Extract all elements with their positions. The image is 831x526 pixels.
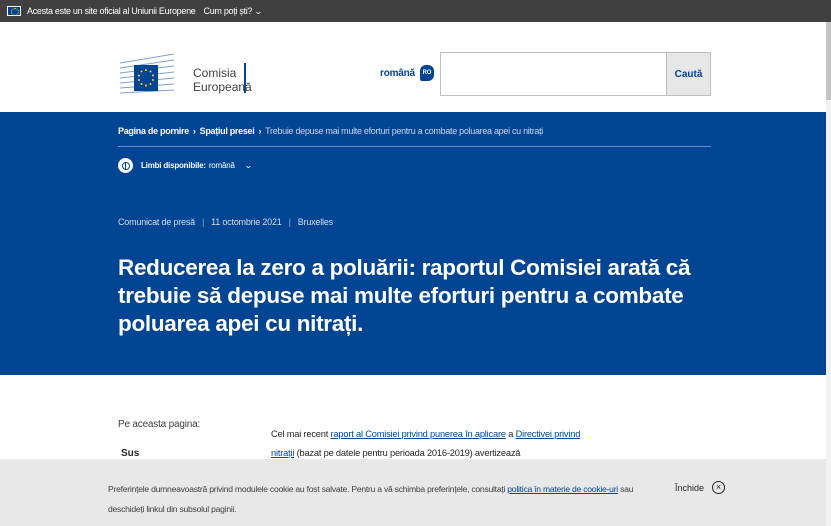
hero-divider bbox=[118, 146, 711, 147]
meta-type: Comunicat de presă bbox=[118, 217, 195, 227]
page-hero: Pagina de pornire › Spațiul presei › Tre… bbox=[0, 112, 831, 375]
how-do-you-know-link[interactable]: Cum poți ști? ⌄ bbox=[203, 6, 263, 16]
page-title: Reducerea la zero a poluării: raportul C… bbox=[118, 255, 691, 336]
eu-flag-icon bbox=[7, 6, 21, 16]
cookie-close-button[interactable]: Închide × bbox=[675, 481, 726, 494]
breadcrumb-home-link[interactable]: Pagina de pornire bbox=[118, 126, 189, 136]
meta-separator: | bbox=[201, 217, 205, 227]
breadcrumb-separator-icon: › bbox=[258, 126, 262, 136]
site-header: Comisia Europeană română RO Caută bbox=[0, 22, 831, 112]
chevron-down-icon: ⌄ bbox=[254, 7, 263, 16]
press-meta: Comunicat de presă | 11 octombrie 2021 |… bbox=[118, 217, 333, 227]
breadcrumb-current: Trebuie depuse mai multe eforturi pentru… bbox=[265, 126, 543, 136]
article-mid: a bbox=[505, 429, 516, 439]
implementation-report-link[interactable]: raport al Comisiei privind punerea în ap… bbox=[331, 429, 506, 439]
commission-logo[interactable]: Comisia Europeană bbox=[118, 49, 252, 95]
meta-separator: | bbox=[288, 217, 291, 227]
logo-line2: Europeană bbox=[193, 80, 252, 94]
article-rest: (bazat pe datele pentru perioada 2016-20… bbox=[294, 448, 521, 458]
language-label: română bbox=[380, 67, 415, 79]
eu-official-bar: Acesta este un site oficial al Uniunii E… bbox=[0, 0, 831, 22]
chevron-down-icon: ⌄ bbox=[243, 161, 253, 170]
globe-icon bbox=[118, 158, 133, 173]
language-code-badge: RO bbox=[419, 65, 434, 81]
logo-text: Comisia Europeană bbox=[193, 66, 252, 94]
breadcrumb-separator-icon: › bbox=[192, 126, 196, 136]
cookie-message: Preferințele dumneavoastră privind modul… bbox=[108, 479, 648, 519]
available-languages-value: română bbox=[208, 161, 235, 170]
cookie-text-before: Preferințele dumneavoastră privind modul… bbox=[108, 484, 508, 494]
commission-building-icon bbox=[118, 49, 176, 95]
on-page-nav-label: Pe aceasta pagina: bbox=[118, 419, 201, 430]
breadcrumb-press-link[interactable]: Spațiul presei bbox=[200, 126, 255, 136]
cookie-banner: Preferințele dumneavoastră privind modul… bbox=[0, 459, 831, 526]
logo-divider bbox=[244, 63, 246, 93]
meta-location: Bruxelles bbox=[297, 217, 333, 227]
article-paragraph: Cel mai recent raport al Comisiei privin… bbox=[271, 425, 591, 463]
cookie-close-label: Închide bbox=[675, 482, 705, 493]
available-languages-toggle[interactable]: Limbi disponibile: română ⌄ bbox=[118, 158, 253, 173]
breadcrumb: Pagina de pornire › Spațiul presei › Tre… bbox=[118, 126, 543, 136]
close-icon: × bbox=[712, 481, 726, 494]
on-page-nav-top-link[interactable]: Sus bbox=[121, 448, 139, 459]
page-scrollbar[interactable] bbox=[826, 22, 831, 526]
eu-official-text: Acesta este un site oficial al Uniunii E… bbox=[27, 6, 196, 16]
how-do-you-know-label: Cum poți ști? bbox=[203, 6, 253, 16]
cookie-policy-link[interactable]: politica în materie de cookie-uri bbox=[507, 484, 618, 494]
meta-date: 11 octombrie 2021 bbox=[211, 217, 282, 227]
article-intro: Cel mai recent bbox=[271, 429, 331, 439]
page: Acesta este un site oficial al Uniunii E… bbox=[0, 0, 831, 526]
logo-line1: Comisia bbox=[193, 66, 237, 80]
language-selector[interactable]: română RO bbox=[380, 65, 434, 81]
available-languages-label: Limbi disponibile: bbox=[141, 161, 206, 170]
scrollbar-thumb[interactable] bbox=[826, 22, 831, 100]
search-input[interactable] bbox=[440, 52, 667, 96]
search-button[interactable]: Caută bbox=[666, 52, 711, 96]
